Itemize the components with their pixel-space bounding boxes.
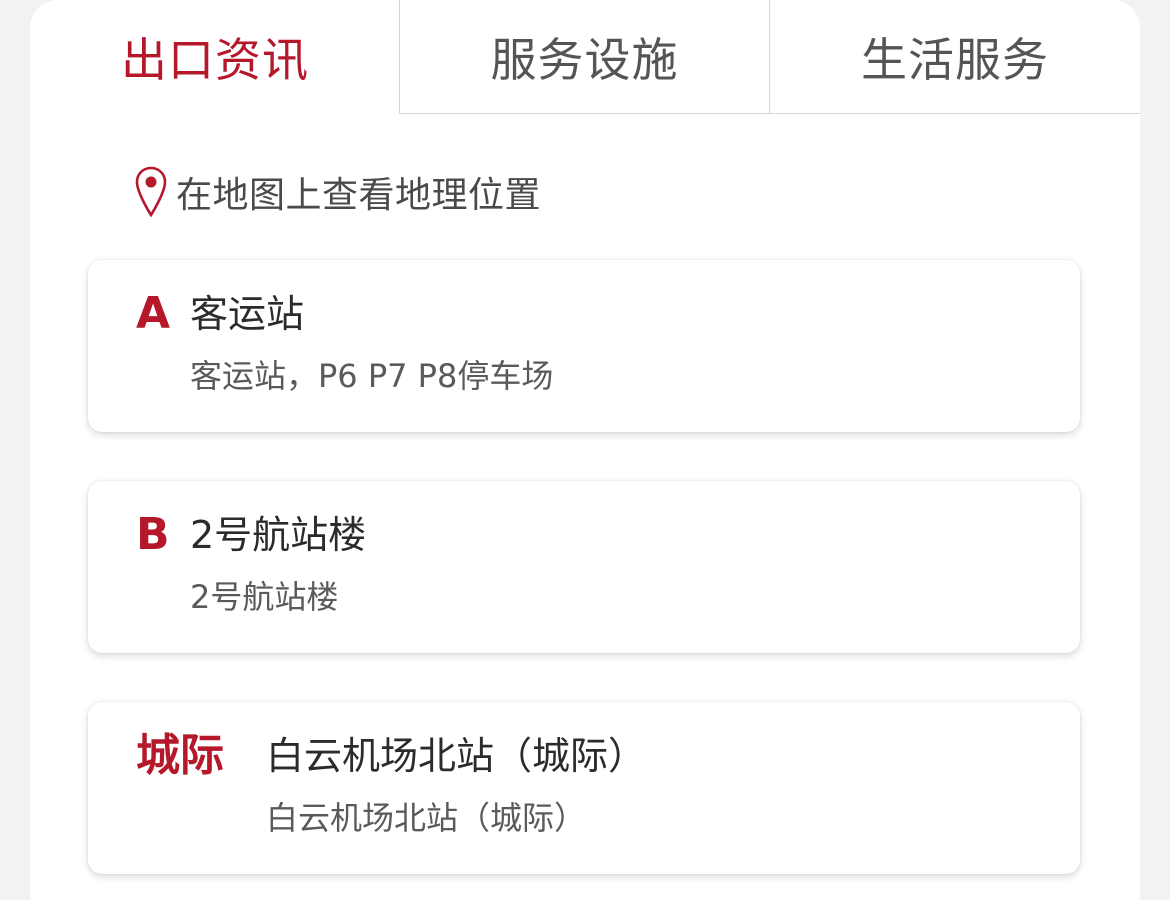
exit-subtitle: 客运站，P6 P7 P8停车场: [190, 357, 554, 395]
exit-subtitle: 白云机场北站（城际）: [266, 799, 587, 837]
tab-label: 服务设施: [490, 32, 679, 87]
exit-badge: B: [136, 509, 170, 560]
tab-service-facilities[interactable]: 服务设施: [399, 0, 769, 114]
tab-life-services[interactable]: 生活服务: [769, 0, 1140, 114]
tab-label: 出口资讯: [121, 33, 309, 87]
tab-bar: 出口资讯 服务设施 生活服务: [30, 0, 1140, 115]
exit-badge: A: [136, 288, 171, 339]
exit-info-panel: 出口资讯 服务设施 生活服务 在地图上查看地理位置 A 客运站 客运站，P6 P…: [30, 0, 1140, 900]
exit-badge: 城际: [136, 730, 224, 781]
exit-card-a[interactable]: A 客运站 客运站，P6 P7 P8停车场: [88, 260, 1080, 432]
exit-title: 客运站: [190, 292, 305, 336]
exit-card-b[interactable]: B 2号航站楼 2号航站楼: [88, 481, 1080, 653]
exit-card-intercity[interactable]: 城际 白云机场北站（城际） 白云机场北站（城际）: [88, 702, 1080, 874]
view-on-map-label: 在地图上查看地理位置: [176, 175, 542, 216]
tab-exit-info[interactable]: 出口资讯: [30, 0, 400, 114]
exit-title: 白云机场北站（城际）: [266, 734, 647, 778]
tab-label: 生活服务: [861, 32, 1049, 87]
exit-subtitle: 2号航站楼: [190, 578, 339, 616]
exit-title: 2号航站楼: [190, 513, 367, 557]
view-on-map-link[interactable]: 在地图上查看地理位置: [134, 163, 541, 221]
location-pin-icon: [135, 166, 167, 218]
